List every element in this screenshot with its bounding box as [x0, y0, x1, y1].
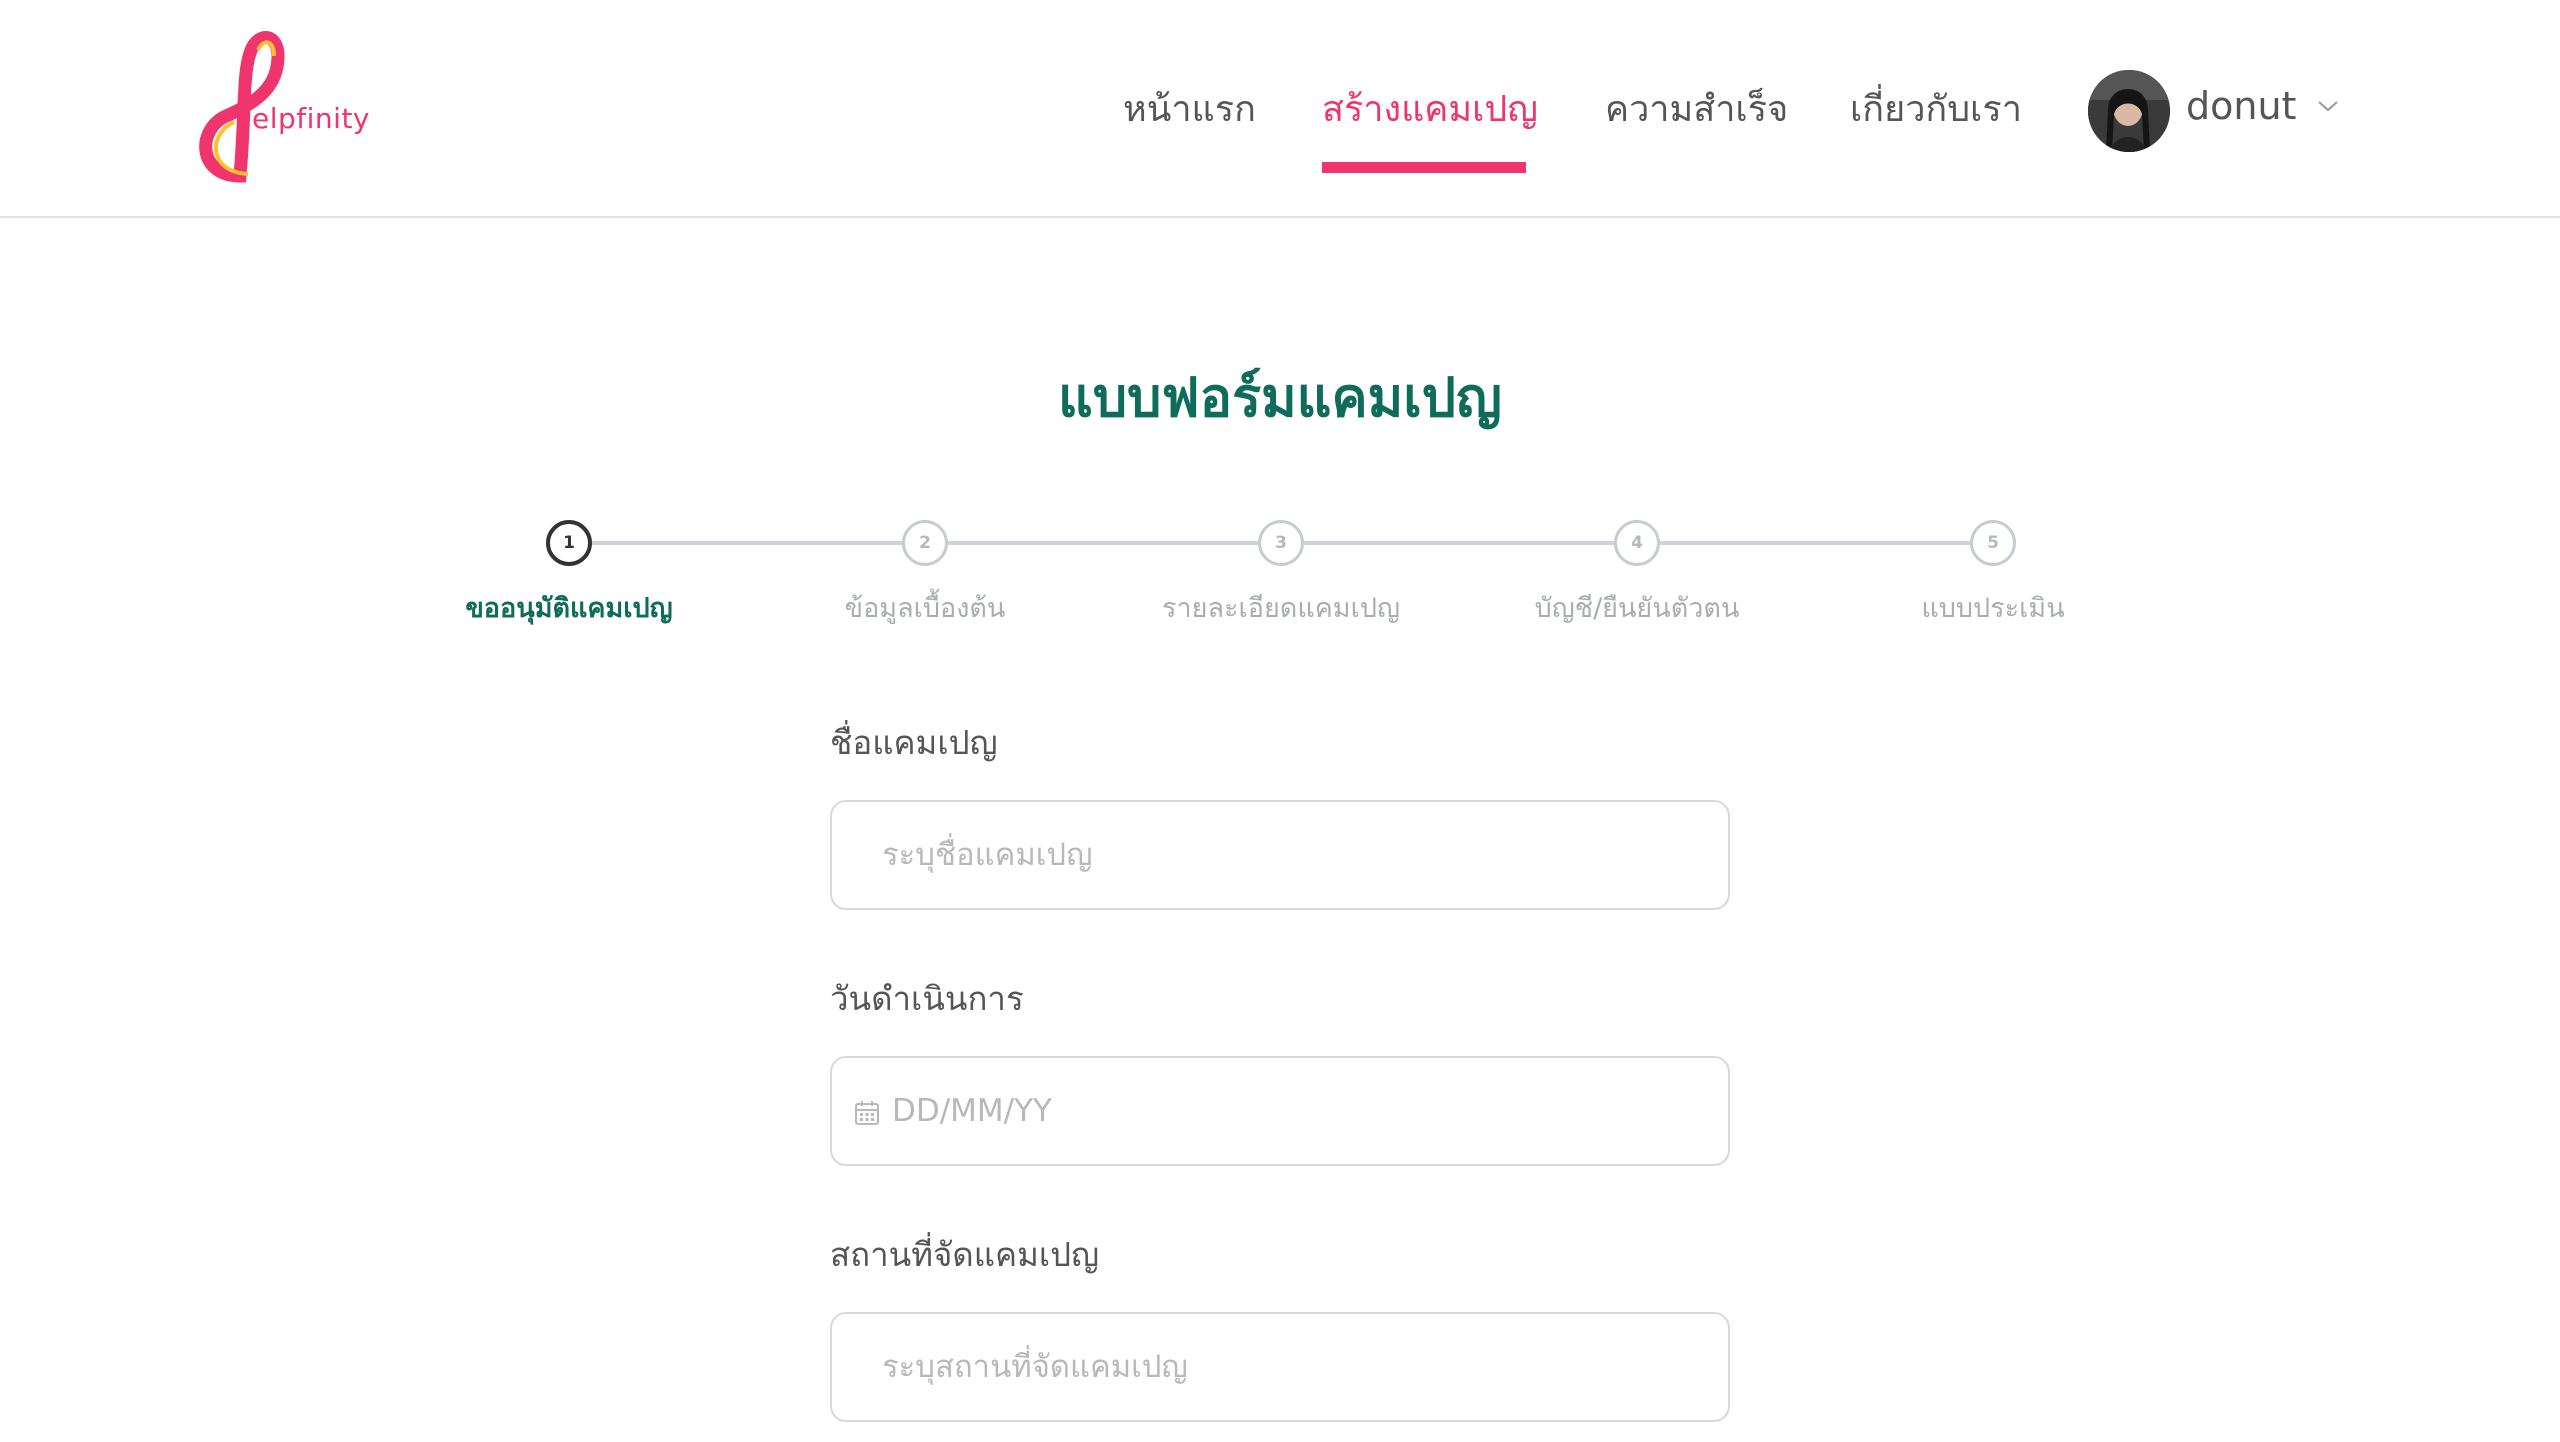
operation-date-field-box	[830, 1056, 1730, 1166]
logo-text: elpfinity	[252, 102, 370, 135]
step-connector	[1660, 541, 1970, 545]
step-4-label: บัญชี/ยืนยันตัวตน	[1534, 593, 1740, 624]
step-5-label: แบบประเมิน	[1921, 593, 2065, 624]
location-input[interactable]	[832, 1314, 1728, 1420]
nav-create-campaign[interactable]: สร้างแคมเปญ	[1322, 80, 1538, 137]
step-connector	[592, 541, 902, 545]
step-1-label: ขออนุมัติแคมเปญ	[465, 593, 673, 624]
page-title: แบบฟอร์มแคมเปญ	[1058, 366, 1502, 429]
user-avatar[interactable]	[2088, 70, 2170, 152]
nav-achievements[interactable]: ความสำเร็จ	[1605, 80, 1788, 137]
chevron-down-icon[interactable]	[2316, 98, 2340, 114]
avatar-photo-icon	[2088, 70, 2170, 152]
step-2-indicator[interactable]: 2	[902, 520, 948, 566]
location-label: สถานที่จัดแคมเปญ	[830, 1235, 1100, 1274]
username[interactable]: donut	[2186, 84, 2296, 128]
step-1-indicator[interactable]: 1	[546, 520, 592, 566]
step-4-indicator[interactable]: 4	[1614, 520, 1660, 566]
step-connector	[948, 541, 1258, 545]
top-navbar: elpfinity หน้าแรก สร้างแคมเปญ ความสำเร็จ…	[0, 0, 2560, 218]
location-field-box	[830, 1312, 1730, 1422]
active-nav-indicator	[1322, 162, 1526, 173]
campaign-name-field-box	[830, 800, 1730, 910]
step-5-indicator[interactable]: 5	[1970, 520, 2016, 566]
campaign-name-label: ชื่อแคมเปญ	[830, 723, 998, 762]
nav-home[interactable]: หน้าแรก	[1123, 80, 1256, 137]
operation-date-input[interactable]	[832, 1058, 1728, 1164]
step-connector	[1304, 541, 1614, 545]
nav-about-us[interactable]: เกี่ยวกับเรา	[1850, 80, 2022, 137]
step-2-label: ข้อมูลเบื้องต้น	[844, 593, 1006, 624]
campaign-name-input[interactable]	[832, 802, 1728, 908]
step-3-label: รายละเอียดแคมเปญ	[1162, 593, 1400, 624]
operation-date-label: วันดำเนินการ	[830, 979, 1024, 1018]
step-3-indicator[interactable]: 3	[1258, 520, 1304, 566]
